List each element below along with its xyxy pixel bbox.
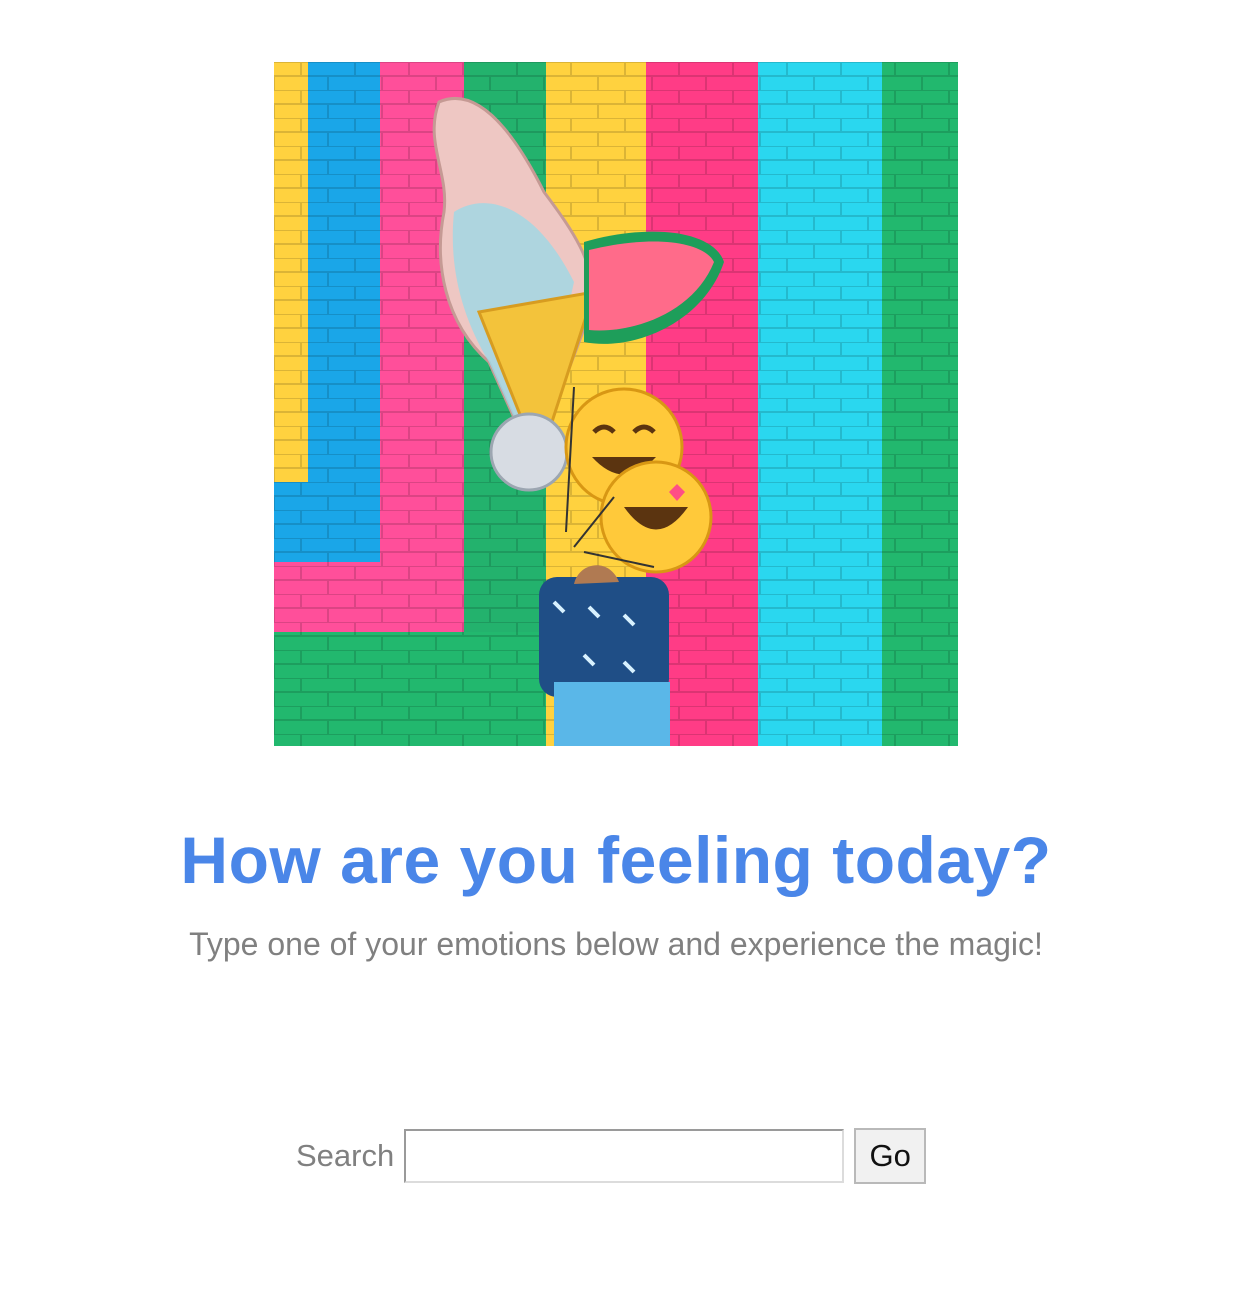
page-title: How are you feeling today? [180,823,1052,897]
go-button[interactable]: Go [854,1128,927,1184]
search-input[interactable] [404,1129,845,1183]
page-subtitle: Type one of your emotions below and expe… [189,926,1043,962]
search-form: Search Go [296,1126,927,1186]
search-label: Search [296,1138,395,1173]
hero-image [274,62,958,746]
